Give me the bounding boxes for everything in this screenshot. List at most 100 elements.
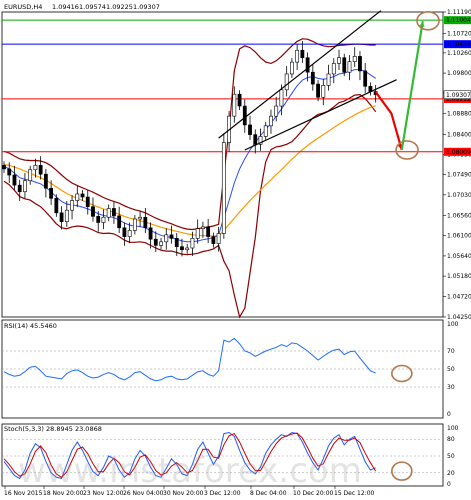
time-tick-label: 15 Dec 12:00: [334, 490, 375, 497]
candle: [253, 134, 258, 145]
candle: [148, 227, 153, 240]
candle: [159, 241, 163, 246]
watermark: www.instaforex.com: [18, 451, 362, 491]
candle: [305, 57, 310, 73]
time-tick-label: 18 Nov 20:00: [43, 490, 84, 497]
candle: [284, 73, 289, 91]
price-tick-label: 1.05640: [447, 253, 471, 260]
candle: [174, 238, 179, 247]
candle: [237, 93, 242, 107]
header-open: 1.09416: [52, 3, 79, 11]
level-label: 1.08009: [446, 149, 471, 156]
stoch-tick-label: 80: [447, 436, 455, 443]
candle: [75, 193, 80, 201]
candle: [358, 56, 362, 72]
candle: [185, 247, 190, 251]
time-tick-label: 10 Dec 20:00: [293, 490, 334, 497]
rsi-tick-label: 0: [447, 411, 451, 418]
price-tick-label: 1.06100: [447, 233, 471, 240]
candle: [33, 165, 38, 171]
candle: [316, 83, 320, 98]
rsi-tick-label: 30: [447, 384, 455, 391]
candle: [12, 174, 17, 186]
price-tick-label: 1.10720: [447, 31, 471, 38]
candle: [153, 238, 158, 246]
candle: [64, 209, 69, 222]
candle: [274, 105, 279, 117]
candle: [91, 206, 95, 217]
candle: [216, 233, 221, 244]
candle: [221, 142, 226, 234]
candle: [59, 212, 64, 222]
rsi-tick-label: 70: [447, 348, 455, 355]
time-tick-label: 8 Dec 04:00: [250, 490, 287, 497]
candle: [248, 124, 252, 135]
candle: [96, 216, 101, 223]
candle: [331, 63, 336, 75]
main-header-symbol: EURUSD,H4: [4, 3, 42, 11]
candle: [206, 226, 211, 237]
candle: [70, 200, 74, 211]
candle: [28, 169, 33, 182]
candle: [106, 208, 111, 218]
candle: [43, 173, 48, 189]
price-tick-label: 1.06560: [447, 212, 471, 219]
candle: [242, 105, 247, 126]
candle: [290, 61, 294, 75]
candle: [143, 216, 148, 229]
candle: [352, 56, 357, 62]
candle: [117, 215, 122, 229]
candle: [127, 230, 132, 237]
price-tick-label: 1.07490: [447, 172, 471, 179]
time-tick-label: 30 Nov 20:00: [163, 490, 204, 497]
candle: [269, 115, 273, 127]
candle: [132, 218, 137, 231]
chart-root: 1.111901.107201.102601.098001.093501.088…: [0, 0, 471, 500]
candle: [112, 208, 116, 217]
candle: [326, 73, 331, 86]
candle: [17, 184, 22, 193]
candle: [310, 71, 315, 85]
candle: [180, 246, 184, 251]
price-tick-label: 1.11190: [447, 9, 471, 16]
level-label: 1.10458: [446, 41, 471, 48]
candle: [211, 236, 216, 244]
time-tick-label: 26 Nov 04:00: [123, 490, 164, 497]
candle: [195, 228, 200, 239]
level-label: 1.11004: [446, 17, 471, 24]
candle: [295, 49, 300, 63]
price-tick-label: 1.10260: [447, 50, 471, 57]
time-tick-label: 23 Nov 12:00: [83, 490, 124, 497]
candle: [138, 216, 142, 220]
price-tick-label: 1.04250: [447, 314, 471, 321]
candle: [54, 198, 59, 214]
stoch-tick-label: 50: [447, 453, 455, 460]
candle: [80, 193, 85, 198]
current-price-label: 1.09307: [446, 92, 471, 99]
candle: [164, 234, 169, 243]
price-tick-label: 1.09800: [447, 70, 471, 77]
candle: [2, 165, 6, 170]
candle: [232, 93, 237, 117]
stoch-tick-label: 20: [447, 470, 455, 477]
candle: [38, 165, 43, 175]
candle: [279, 89, 284, 107]
time-tick-label: 3 Dec 12:00: [204, 490, 241, 497]
price-tick-label: 1.07030: [447, 192, 471, 199]
candle: [49, 187, 54, 199]
price-tick-label: 1.08400: [447, 132, 471, 139]
stoch-title: Stoch(5,3,3) 28.8945 23.0868: [4, 425, 102, 433]
candle: [190, 238, 195, 249]
chart-svg: 1.111901.107201.102601.098001.093501.088…: [0, 0, 471, 500]
candle: [300, 49, 305, 59]
rsi-tick-label: 100: [447, 321, 459, 328]
time-tick-label: 16 Nov 2015: [4, 490, 43, 497]
candle: [201, 226, 205, 229]
price-tick-label: 1.08880: [447, 111, 471, 118]
rsi-title: RSI(14) 45.5460: [4, 322, 57, 330]
candle: [169, 234, 174, 239]
candle: [321, 85, 326, 98]
candle: [101, 216, 106, 223]
candle: [342, 57, 347, 73]
candle: [337, 57, 341, 64]
